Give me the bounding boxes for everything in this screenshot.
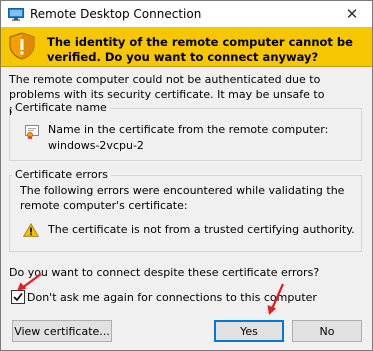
annotation-arrow-yes — [267, 283, 285, 315]
warning-icon — [23, 223, 39, 237]
window-title: Remote Desktop Connection — [30, 7, 202, 21]
certificate-name-description: Name in the certificate from the remote … — [48, 123, 329, 136]
certificate-errors-label: Certificate errors — [12, 168, 111, 181]
certificate-name-label: Certificate name — [12, 101, 110, 114]
connect-question: Do you want to connect despite these cer… — [9, 266, 320, 279]
close-icon: ✕ — [345, 5, 359, 23]
title-bar[interactable]: Remote Desktop Connection ✕ — [1, 1, 372, 27]
certificate-error-item: The certificate is not from a trusted ce… — [48, 223, 355, 236]
close-button[interactable]: ✕ — [332, 1, 372, 27]
banner-headline: The identity of the remote computer cann… — [47, 35, 353, 64]
annotation-arrow-checkbox — [17, 273, 42, 291]
shield-warning-icon — [8, 32, 36, 60]
checkmark-icon — [13, 293, 23, 302]
no-label: No — [319, 324, 335, 338]
warning-banner: The identity of the remote computer cann… — [1, 27, 372, 67]
certificate-icon — [24, 124, 40, 140]
certificate-name-value: windows-2vcpu-2 — [48, 139, 144, 152]
yes-label: Yes — [240, 324, 258, 338]
view-certificate-label: View certificate... — [14, 324, 110, 338]
certificate-errors-description: The following errors were encountered wh… — [20, 184, 345, 212]
view-certificate-button[interactable]: View certificate... — [12, 320, 112, 342]
rdp-dialog: Remote Desktop Connection ✕ The identity… — [0, 0, 373, 351]
no-button[interactable]: No — [292, 320, 362, 342]
yes-button[interactable]: Yes — [214, 320, 284, 342]
remote-desktop-icon — [8, 7, 24, 21]
